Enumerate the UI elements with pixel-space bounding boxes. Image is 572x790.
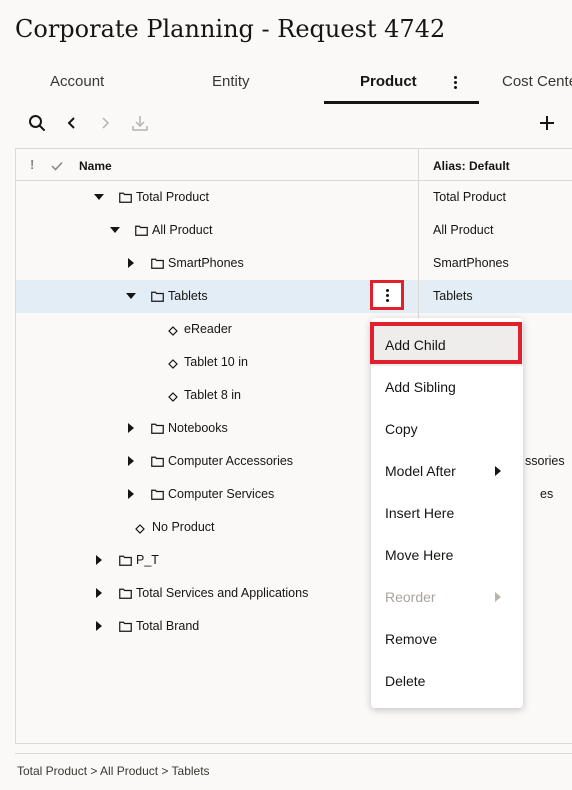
member-name: No Product [152, 520, 215, 534]
expand-right-icon[interactable] [94, 621, 104, 631]
menu-item-add-sibling[interactable]: Add Sibling [371, 366, 523, 408]
tree-row[interactable]: Tablets Tablets [16, 280, 572, 313]
member-name: Total Product [136, 190, 209, 204]
menu-item-remove[interactable]: Remove [371, 618, 523, 660]
column-divider[interactable] [418, 149, 419, 181]
menu-item-move-here[interactable]: Move Here [371, 534, 523, 576]
member-name: Tablets [168, 289, 208, 303]
leaf-member-icon [168, 356, 178, 374]
menu-item-delete[interactable]: Delete [371, 660, 523, 702]
plus-icon [540, 116, 554, 130]
leaf-member-icon [168, 323, 178, 341]
expand-right-icon[interactable] [126, 423, 136, 433]
submenu-arrow-icon [495, 592, 501, 602]
column-divider [418, 247, 419, 280]
member-name: Notebooks [168, 421, 228, 435]
expand-down-icon[interactable] [126, 291, 136, 301]
row-actions-kebab-icon[interactable] [370, 280, 404, 310]
tree-row[interactable]: SmartPhones SmartPhones [16, 247, 572, 280]
search-icon[interactable] [23, 108, 51, 138]
dimension-tabs: Account Entity Product Cost Cente [0, 64, 572, 104]
member-name: Computer Accessories [168, 454, 294, 468]
tree-row[interactable]: All Product All Product [16, 214, 572, 247]
member-name: All Product [152, 223, 213, 237]
add-child-highlight [370, 322, 522, 364]
context-menu: Add Child Add Sibling Copy Model After Inser… [370, 318, 523, 708]
folder-icon [119, 586, 132, 604]
expand-right-icon[interactable] [126, 489, 136, 499]
member-alias: Tablets [433, 289, 473, 303]
page-title: Corporate Planning - Request 4742 [15, 15, 446, 43]
download-icon[interactable] [126, 108, 154, 138]
member-name: SmartPhones [168, 256, 244, 270]
tree-row[interactable]: Total Product Total Product [16, 181, 572, 214]
member-name: Computer Services [168, 487, 275, 501]
menu-item-label: Add Sibling [385, 379, 456, 395]
folder-icon [151, 487, 164, 505]
chevron-right-icon[interactable] [91, 108, 119, 138]
tab-cost-center[interactable]: Cost Cente [502, 64, 572, 104]
folder-icon [135, 223, 148, 241]
column-divider [418, 280, 419, 313]
tab-entity[interactable]: Entity [212, 64, 250, 104]
status-bar: Total Product > All Product > Tablets [15, 753, 572, 790]
folder-icon [151, 289, 164, 307]
member-alias: All Product [433, 223, 494, 237]
expand-right-icon[interactable] [126, 258, 136, 268]
folder-icon [151, 421, 164, 439]
menu-item-label: Reorder [385, 589, 436, 605]
folder-icon [119, 190, 132, 208]
expand-down-icon[interactable] [110, 225, 120, 235]
folder-icon [119, 553, 132, 571]
leaf-member-icon [168, 389, 178, 407]
tab-product[interactable]: Product [360, 64, 417, 104]
menu-item-label: Insert Here [385, 505, 455, 521]
member-alias: es [540, 487, 554, 501]
member-name: eReader [184, 322, 232, 336]
tree-header: ! Name Alias: Default [16, 149, 572, 181]
column-divider [418, 181, 419, 214]
menu-item-insert-here[interactable]: Insert Here [371, 492, 523, 534]
member-name: Tablet 10 in [184, 355, 248, 369]
expand-down-icon[interactable] [94, 192, 104, 202]
expand-right-icon[interactable] [126, 456, 136, 466]
menu-item-model-after[interactable]: Model After [371, 450, 523, 492]
chevron-left-icon[interactable] [58, 108, 86, 138]
member-name: Total Services and Applications [136, 586, 309, 600]
tab-more-options-icon[interactable] [446, 70, 464, 94]
member-name: Tablet 8 in [184, 388, 241, 402]
expand-right-icon[interactable] [94, 588, 104, 598]
member-name: P_T [136, 553, 159, 567]
alias-column-header[interactable]: Alias: Default [433, 159, 510, 173]
menu-item-copy[interactable]: Copy [371, 408, 523, 450]
add-member-button[interactable] [533, 108, 561, 138]
member-alias: Total Product [433, 190, 506, 204]
leaf-member-icon [135, 521, 145, 539]
name-column-header[interactable]: Name [79, 159, 112, 173]
breadcrumb: Total Product > All Product > Tablets [17, 764, 210, 778]
menu-item-label: Copy [385, 421, 418, 437]
menu-item-label: Model After [385, 463, 456, 479]
folder-icon [151, 454, 164, 472]
member-alias: SmartPhones [433, 256, 509, 270]
expand-right-icon[interactable] [94, 555, 104, 565]
status-column-header: ! [30, 157, 35, 172]
toolbar [0, 108, 572, 138]
menu-item-reorder[interactable]: Reorder [371, 576, 523, 618]
active-tab-indicator [324, 101, 479, 104]
tab-account[interactable]: Account [50, 64, 104, 104]
folder-icon [151, 256, 164, 274]
menu-item-label: Remove [385, 631, 438, 647]
member-alias: ssories [525, 454, 565, 468]
menu-item-label: Delete [385, 673, 426, 689]
column-divider [418, 214, 419, 247]
folder-icon [119, 619, 132, 637]
submenu-arrow-icon [495, 466, 501, 476]
member-name: Total Brand [136, 619, 200, 633]
menu-item-label: Move Here [385, 547, 454, 563]
check-icon [51, 158, 63, 176]
